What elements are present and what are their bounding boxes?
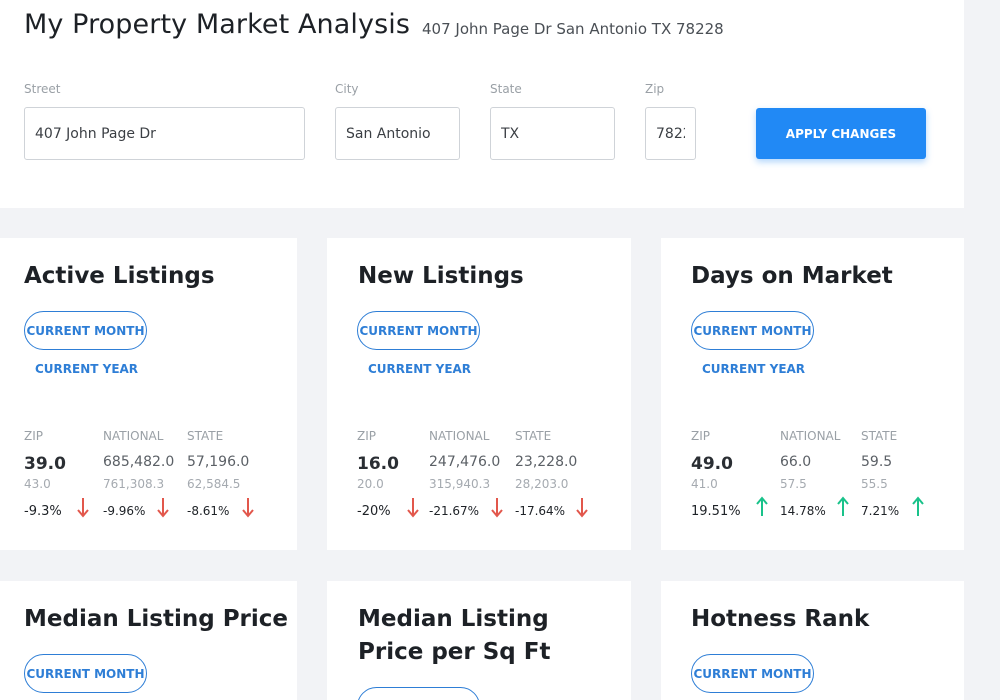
- state-column-label: STATE: [861, 429, 898, 443]
- card-title: Active Listings: [24, 263, 215, 289]
- current-year-button[interactable]: CURRENT YEAR: [702, 362, 805, 376]
- new-listings-card: New Listings CURRENT MONTH CURRENT YEAR …: [327, 238, 631, 550]
- zip-previous-value: 41.0: [691, 477, 718, 491]
- card-title: Hotness Rank: [691, 606, 870, 632]
- down-arrow-icon: [576, 498, 588, 518]
- hotness-rank-card: Hotness Rank CURRENT MONTH: [661, 581, 964, 700]
- state-change-percent: -17.64%: [515, 504, 566, 518]
- down-arrow-icon: [407, 498, 419, 518]
- national-current-value: 247,476.0: [429, 454, 501, 470]
- page-address: 407 John Page Dr San Antonio TX 78228: [422, 20, 724, 38]
- state-label: State: [490, 82, 522, 96]
- state-column-label: STATE: [515, 429, 552, 443]
- national-column-label: NATIONAL: [780, 429, 841, 443]
- zip-current-value: 49.0: [691, 454, 733, 474]
- state-previous-value: 55.5: [861, 477, 888, 491]
- national-change-percent: -21.67%: [429, 504, 480, 518]
- national-column-label: NATIONAL: [429, 429, 490, 443]
- current-month-button[interactable]: CURRENT MONTH: [357, 311, 480, 350]
- national-previous-value: 315,940.3: [429, 477, 491, 491]
- current-month-button[interactable]: CURRENT MONTH: [24, 311, 147, 350]
- state-previous-value: 62,584.5: [187, 477, 241, 491]
- zip-input[interactable]: [645, 107, 696, 160]
- state-current-value: 23,228.0: [515, 454, 578, 470]
- up-arrow-icon: [837, 496, 849, 516]
- zip-column-label: ZIP: [357, 429, 376, 443]
- zip-current-value: 39.0: [24, 454, 66, 474]
- national-current-value: 66.0: [780, 454, 812, 470]
- property-search-panel: My Property Market Analysis 407 John Pag…: [0, 0, 964, 208]
- apply-changes-button[interactable]: APPLY CHANGES: [756, 108, 926, 159]
- down-arrow-icon: [77, 498, 89, 518]
- zip-previous-value: 20.0: [357, 477, 384, 491]
- state-change-percent: -8.61%: [187, 504, 230, 518]
- zip-previous-value: 43.0: [24, 477, 51, 491]
- current-year-button[interactable]: CURRENT YEAR: [368, 362, 471, 376]
- national-previous-value: 761,308.3: [103, 477, 165, 491]
- street-input[interactable]: [24, 107, 305, 160]
- zip-change-percent: 19.51%: [691, 504, 741, 519]
- page-title: My Property Market Analysis: [24, 9, 411, 40]
- zip-label: Zip: [645, 82, 665, 96]
- median-listing-price-card: Median Listing Price CURRENT MONTH: [0, 581, 297, 700]
- state-current-value: 59.5: [861, 454, 893, 470]
- state-previous-value: 28,203.0: [515, 477, 569, 491]
- up-arrow-icon: [756, 496, 768, 516]
- national-current-value: 685,482.0: [103, 454, 175, 470]
- card-title: New Listings: [358, 263, 524, 289]
- street-label: Street: [24, 82, 61, 96]
- state-input[interactable]: [490, 107, 615, 160]
- zip-column-label: ZIP: [24, 429, 43, 443]
- national-previous-value: 57.5: [780, 477, 807, 491]
- state-change-percent: 7.21%: [861, 504, 900, 518]
- current-year-button[interactable]: CURRENT YEAR: [35, 362, 138, 376]
- down-arrow-icon: [157, 498, 169, 518]
- card-title: Median Listing Price per Sq Ft: [358, 606, 551, 665]
- card-title: Days on Market: [691, 263, 893, 289]
- national-change-percent: 14.78%: [780, 504, 826, 518]
- state-column-label: STATE: [187, 429, 224, 443]
- up-arrow-icon: [912, 496, 924, 516]
- down-arrow-icon: [491, 498, 503, 518]
- active-listings-card: Active Listings CURRENT MONTH CURRENT YE…: [0, 238, 297, 550]
- current-month-button[interactable]: CURRENT MONTH: [24, 654, 147, 693]
- state-current-value: 57,196.0: [187, 454, 250, 470]
- zip-change-percent: -9.3%: [24, 504, 62, 519]
- current-month-button[interactable]: CURRENT MONTH: [691, 311, 814, 350]
- down-arrow-icon: [242, 498, 254, 518]
- national-column-label: NATIONAL: [103, 429, 164, 443]
- zip-current-value: 16.0: [357, 454, 399, 474]
- zip-column-label: ZIP: [691, 429, 710, 443]
- zip-change-percent: -20%: [357, 504, 391, 519]
- current-month-button[interactable]: CURRENT MONTH: [357, 687, 480, 700]
- national-change-percent: -9.96%: [103, 504, 146, 518]
- current-month-button[interactable]: CURRENT MONTH: [691, 654, 814, 693]
- card-title: Median Listing Price: [24, 606, 289, 632]
- city-label: City: [335, 82, 359, 96]
- median-price-per-sqft-card: Median Listing Price per Sq Ft CURRENT M…: [327, 581, 631, 700]
- days-on-market-card: Days on Market CURRENT MONTH CURRENT YEA…: [661, 238, 964, 550]
- city-input[interactable]: [335, 107, 460, 160]
